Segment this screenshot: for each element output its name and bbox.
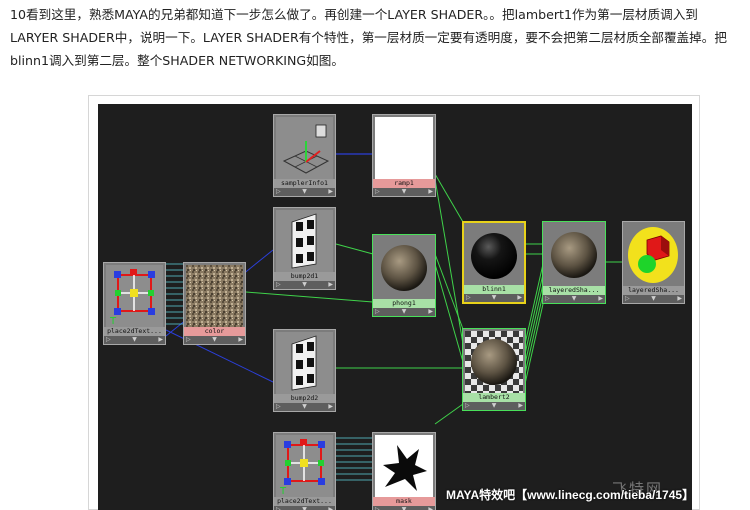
place2d-texture-icon: T bbox=[276, 435, 333, 497]
forum-watermark: MAYA特效吧【www.linecg.com/tieba/1745】 bbox=[446, 488, 695, 502]
node-bump2d1[interactable]: bump2d1 ▷ ▼ ▶ bbox=[273, 207, 336, 290]
node-label: layeredSha... bbox=[623, 286, 684, 295]
node-label: lambert2 bbox=[463, 393, 525, 402]
stone-sphere-icon bbox=[545, 224, 603, 286]
stone-texture-icon bbox=[186, 265, 243, 327]
node-samplerInfo1[interactable]: samplerInfo1 ▷ ▼ ▶ bbox=[273, 114, 336, 197]
stone-sphere-icon bbox=[375, 237, 433, 299]
node-layeredShader-sg[interactable]: layeredSha... ▷ ▼ ▶ bbox=[622, 221, 685, 304]
node-ports[interactable]: ▷ ▼ ▶ bbox=[373, 506, 435, 510]
node-lambert2[interactable]: lambert2 ▷ ▼ ▶ bbox=[462, 328, 526, 411]
place2d-texture-icon: T bbox=[106, 265, 163, 327]
node-label: blinn1 bbox=[464, 285, 524, 294]
node-label: color bbox=[184, 327, 245, 336]
shading-group-icon bbox=[625, 224, 682, 286]
node-ports[interactable]: ▷ ▼ ▶ bbox=[464, 294, 524, 302]
node-label: bump2d2 bbox=[274, 394, 335, 403]
node-color[interactable]: color ▷ ▼ ▶ bbox=[183, 262, 246, 345]
node-ports[interactable]: ▷ ▼ ▶ bbox=[274, 281, 335, 289]
node-label: mask bbox=[373, 497, 435, 506]
node-blinn1[interactable]: blinn1 ▷ ▼ ▶ bbox=[462, 221, 526, 304]
node-ports[interactable]: ▷ ▼ ▶ bbox=[104, 336, 165, 344]
node-label: ramp1 bbox=[373, 179, 435, 188]
node-place2dTexture2[interactable]: T place2dText... ▷ ▼ ▶ bbox=[273, 432, 336, 510]
node-label: place2dText... bbox=[274, 497, 335, 506]
node-ports[interactable]: ▷ ▼ ▶ bbox=[184, 336, 245, 344]
node-ramp1[interactable]: ramp1 ▷ ▼ ▶ bbox=[372, 114, 436, 197]
svg-text:T: T bbox=[109, 316, 117, 327]
node-label: place2dText... bbox=[104, 327, 165, 336]
black-sphere-icon bbox=[466, 225, 522, 287]
article-paragraph: 10看到这里，熟悉MAYA的兄弟都知道下一步怎么做了。再创建一个LAYER SH… bbox=[10, 7, 727, 68]
node-ports[interactable]: ▷ ▼ ▶ bbox=[274, 188, 335, 196]
node-ports[interactable]: ▷ ▼ ▶ bbox=[373, 188, 435, 196]
svg-text:T: T bbox=[279, 486, 287, 497]
ramp-texture-icon bbox=[375, 117, 433, 179]
bump-checker-icon bbox=[276, 210, 333, 272]
node-phong1[interactable]: phong1 ▷ ▼ ▶ bbox=[372, 234, 436, 317]
node-ports[interactable]: ▷ ▼ ▶ bbox=[463, 402, 525, 410]
node-label: samplerInfo1 bbox=[274, 179, 335, 188]
node-ports[interactable]: ▷ ▼ ▶ bbox=[373, 308, 435, 316]
hypershade-canvas[interactable]: samplerInfo1 ▷ ▼ ▶ ramp1 ▷ ▼ ▶ bump2d1 ▷ ▼ ▶ bbox=[98, 104, 692, 510]
node-mask[interactable]: mask ▷ ▼ ▶ bbox=[372, 432, 436, 510]
node-label: layeredSha... bbox=[543, 286, 605, 295]
node-label: phong1 bbox=[373, 299, 435, 308]
node-ports[interactable]: ▷ ▼ ▶ bbox=[274, 506, 335, 510]
bump-checker-icon bbox=[276, 332, 333, 394]
node-layeredShader[interactable]: layeredSha... ▷ ▼ ▶ bbox=[542, 221, 606, 304]
node-label: bump2d1 bbox=[274, 272, 335, 281]
node-ports[interactable]: ▷ ▼ ▶ bbox=[274, 403, 335, 411]
mask-texture-icon bbox=[375, 435, 433, 497]
node-place2dTexture1[interactable]: T place2dText... ▷ ▼ ▶ bbox=[103, 262, 166, 345]
sampler-info-icon bbox=[276, 117, 333, 179]
checker-sphere-icon bbox=[465, 331, 523, 393]
node-ports[interactable]: ▷ ▼ ▶ bbox=[623, 295, 684, 303]
node-bump2d2[interactable]: bump2d2 ▷ ▼ ▶ bbox=[273, 329, 336, 412]
node-ports[interactable]: ▷ ▼ ▶ bbox=[543, 295, 605, 303]
